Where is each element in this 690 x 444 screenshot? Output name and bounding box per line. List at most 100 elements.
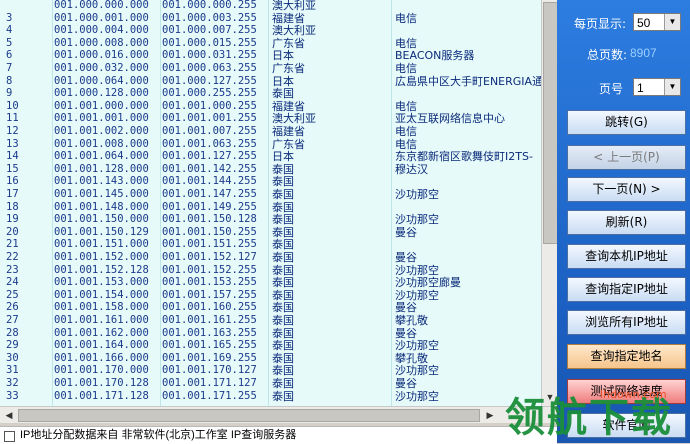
page-number-select[interactable]: 1 ▼ xyxy=(633,78,681,96)
table-row[interactable]: 31 001.001.170.000 001.001.170.127 泰国 沙功那空 xyxy=(0,364,545,377)
table-row[interactable]: 9 001.000.128.000 001.000.255.255 泰国 xyxy=(0,87,545,100)
chevron-down-icon[interactable]: ▼ xyxy=(664,14,680,30)
table-row[interactable]: 16 001.001.143.000 001.001.144.255 泰国 xyxy=(0,175,545,188)
row-number: 17 xyxy=(6,188,19,200)
page-size-value: 50 xyxy=(637,16,651,30)
region: 泰国 xyxy=(272,251,294,264)
start-ip: 001.001.154.000 xyxy=(54,288,149,301)
region: 泰国 xyxy=(272,162,294,176)
table-row[interactable]: 19 001.001.150.000 001.001.150.128 泰国 沙功那空 xyxy=(0,213,545,226)
end-ip: 001.001.161.255 xyxy=(162,314,257,326)
region: 泰国 xyxy=(272,364,294,378)
end-ip: 001.001.144.255 xyxy=(162,175,257,188)
vertical-scrollbar[interactable]: ▼ xyxy=(541,0,558,406)
table-row[interactable]: 12 001.001.002.000 001.001.007.255 福建省 电信 xyxy=(0,125,545,138)
start-ip: 001.001.000.000 xyxy=(54,99,149,112)
page-size-select[interactable]: 50 ▼ xyxy=(633,13,681,31)
table-row[interactable]: 23 001.001.152.128 001.001.152.255 泰国 沙功那空 xyxy=(0,264,545,277)
table-row[interactable]: 28 001.001.162.000 001.001.163.255 泰国 曼谷 xyxy=(0,327,545,340)
table-row[interactable]: 11 001.001.001.000 001.001.001.255 澳大利亚 亚太互联… xyxy=(0,112,545,125)
table-row[interactable]: 3 001.000.001.000 001.000.003.255 福建省 电信 xyxy=(0,12,545,25)
table-row[interactable]: 24 001.001.153.000 001.001.153.255 泰国 沙功那空廊曼 xyxy=(0,276,545,289)
table-row[interactable]: 15 001.001.128.000 001.001.142.255 泰国 穆达汉 xyxy=(0,163,545,176)
table-row[interactable]: 6 001.000.016.000 001.000.031.255 日本 BEACON服… xyxy=(0,49,545,62)
end-ip: 001.001.150.255 xyxy=(162,225,257,238)
start-ip: 001.001.008.000 xyxy=(54,137,149,150)
vertical-scroll-thumb[interactable] xyxy=(543,2,558,244)
region: 泰国 xyxy=(272,263,294,277)
scroll-right-icon[interactable]: ▶ xyxy=(483,408,497,422)
row-number: 19 xyxy=(6,213,19,226)
control-panel: 每页显示: 50 ▼ 总页数: 8907 页号 1 ▼ 跳转(G) < 上一页(… xyxy=(557,0,690,443)
table-row[interactable]: 33 001.001.171.128 001.001.171.255 泰国 沙功那空 xyxy=(0,390,545,403)
row-number: 10 xyxy=(6,99,19,112)
scroll-left-icon[interactable]: ◀ xyxy=(2,408,16,422)
row-number: 24 xyxy=(6,276,19,289)
detail: 亚太互联网络信息中心 xyxy=(395,112,505,126)
table-row[interactable]: 001.000.000.000 001.000.000.255 澳大利亚 xyxy=(0,0,545,12)
row-number: 31 xyxy=(6,364,19,377)
table-row[interactable]: 27 001.001.161.000 001.001.161.255 泰国 攀孔敬 xyxy=(0,314,545,327)
row-number: 7 xyxy=(6,62,13,74)
end-ip: 001.001.001.255 xyxy=(162,112,257,125)
start-ip: 001.000.032.000 xyxy=(54,62,149,74)
region: 泰国 xyxy=(272,175,294,189)
table-row[interactable]: 13 001.001.008.000 001.001.063.255 广东省 电信 xyxy=(0,138,545,151)
ip-data-grid[interactable]: 001.000.000.000 001.000.000.255 澳大利亚 3 001.0… xyxy=(0,0,545,406)
query-ip-button[interactable]: 查询指定IP地址 xyxy=(567,277,686,302)
region: 广东省 xyxy=(272,137,305,151)
table-row[interactable]: 21 001.001.151.000 001.001.151.255 泰国 xyxy=(0,238,545,251)
refresh-button[interactable]: 刷新(R) xyxy=(567,210,686,235)
start-ip: 001.001.166.000 xyxy=(54,351,149,364)
watermark-url: lhdown.com xyxy=(600,388,667,401)
table-row[interactable]: 29 001.001.164.000 001.001.165.255 泰国 沙功那空 xyxy=(0,339,545,352)
table-row[interactable]: 22 001.001.152.000 001.001.152.127 泰国 曼谷 xyxy=(0,251,545,264)
region: 泰国 xyxy=(272,87,294,101)
status-checkbox[interactable] xyxy=(4,431,15,442)
table-row[interactable]: 26 001.001.158.000 001.001.160.255 泰国 曼谷 xyxy=(0,301,545,314)
end-ip: 001.001.165.255 xyxy=(162,339,257,352)
chevron-down-icon[interactable]: ▼ xyxy=(664,79,680,95)
table-row[interactable]: 18 001.001.148.000 001.001.149.255 泰国 xyxy=(0,201,545,214)
total-pages-value: 8907 xyxy=(630,46,657,60)
end-ip: 001.000.000.255 xyxy=(162,0,257,11)
row-number: 28 xyxy=(6,326,19,339)
row-number: 9 xyxy=(6,87,13,100)
region: 福建省 xyxy=(272,99,305,113)
table-row[interactable]: 5 001.000.008.000 001.000.015.255 广东省 电信 xyxy=(0,37,545,50)
table-row[interactable]: 32 001.001.170.128 001.001.171.127 泰国 曼谷 xyxy=(0,377,545,390)
query-place-button[interactable]: 查询指定地名 xyxy=(567,344,686,369)
detail: 曼谷 xyxy=(395,326,417,340)
prev-page-button[interactable]: < 上一页(P) xyxy=(567,145,686,170)
table-row[interactable]: 17 001.001.145.000 001.001.147.255 泰国 沙功那空 xyxy=(0,188,545,201)
row-number: 25 xyxy=(6,288,19,301)
table-row[interactable]: 20 001.001.150.129 001.001.150.255 泰国 曼谷 xyxy=(0,226,545,239)
row-number: 5 xyxy=(6,36,13,49)
page-size-label: 每页显示: xyxy=(574,17,627,31)
total-pages-label: 总页数: xyxy=(587,48,628,62)
horizontal-scroll-thumb[interactable] xyxy=(18,409,480,422)
start-ip: 001.001.145.000 xyxy=(54,188,149,200)
table-row[interactable]: 14 001.001.064.000 001.001.127.255 日本 东京都新宿区… xyxy=(0,150,545,163)
browse-all-ip-button[interactable]: 浏览所有IP地址 xyxy=(567,310,686,335)
detail: 电信 xyxy=(395,36,417,50)
end-ip: 001.001.063.255 xyxy=(162,137,257,150)
table-row[interactable]: 7 001.000.032.000 001.000.063.255 广东省 电信 xyxy=(0,62,545,75)
table-row[interactable]: 4 001.000.004.000 001.000.007.255 澳大利亚 xyxy=(0,24,545,37)
table-row[interactable]: 30 001.001.166.000 001.001.169.255 泰国 攀孔敬 xyxy=(0,352,545,365)
horizontal-scrollbar[interactable]: ◀ ▶ xyxy=(0,406,557,423)
end-ip: 001.001.153.255 xyxy=(162,276,257,289)
table-row[interactable]: 25 001.001.154.000 001.001.157.255 泰国 沙功那空 xyxy=(0,289,545,302)
detail: 沙功那空 xyxy=(395,213,439,227)
table-row[interactable]: 10 001.001.000.000 001.001.000.255 福建省 电信 xyxy=(0,100,545,113)
next-page-button[interactable]: 下一页(N) > xyxy=(567,177,686,202)
query-local-ip-button[interactable]: 查询本机IP地址 xyxy=(567,244,686,269)
start-ip: 001.001.143.000 xyxy=(54,175,149,188)
region: 福建省 xyxy=(272,125,305,138)
jump-button[interactable]: 跳转(G) xyxy=(567,110,686,135)
detail: 広島県中区大手町ENERGIA通 xyxy=(395,74,543,88)
row-number: 16 xyxy=(6,175,19,188)
table-row[interactable]: 8 001.000.064.000 001.000.127.255 日本 広島県中区大手… xyxy=(0,75,545,88)
detail: 攀孔敬 xyxy=(395,314,428,327)
end-ip: 001.000.003.255 xyxy=(162,11,257,24)
